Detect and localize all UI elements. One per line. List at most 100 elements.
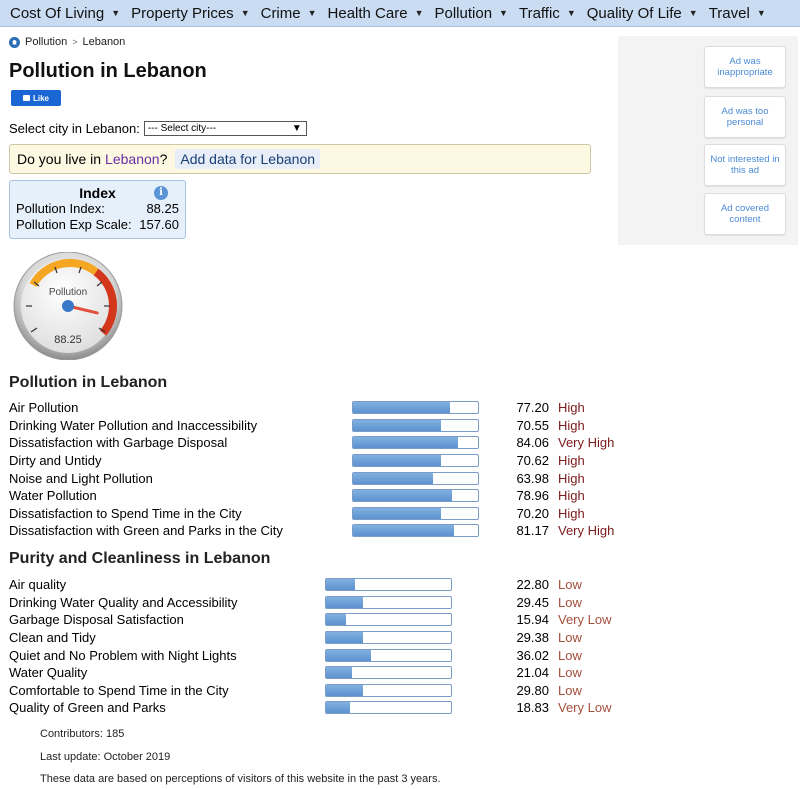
row-bar-fill [353, 525, 455, 537]
row-level: High [558, 417, 585, 433]
row-level: Low [558, 665, 582, 681]
row-label: Air quality [9, 577, 67, 593]
row-label: Garbage Disposal Satisfaction [9, 612, 184, 628]
row-bar-fill [326, 667, 353, 679]
nav-traffic[interactable]: Traffic ▼ [519, 5, 576, 22]
row-bar [352, 489, 479, 503]
row-value: 70.55 [516, 417, 549, 433]
index-label: Pollution Exp Scale: [16, 217, 132, 232]
row-label: Quiet and No Problem with Night Lights [9, 647, 237, 663]
row-bar [325, 631, 452, 645]
nav-label: Health Care [327, 4, 408, 22]
caret-down-icon: ▼ [240, 8, 250, 18]
row-level: High [558, 400, 585, 416]
ad-covered-content-button[interactable]: Ad covered content [704, 193, 786, 235]
ad-not-interested-button[interactable]: Not interested in this ad [704, 144, 786, 186]
row-label: Water Quality [9, 665, 88, 681]
row-bar-fill [326, 614, 346, 626]
row-value: 84.06 [516, 435, 549, 451]
row-bar-fill [326, 684, 364, 696]
live-country: Lebanon [105, 151, 160, 167]
index-row: Pollution Exp Scale: 157.60 [16, 217, 179, 233]
row-level: High [558, 453, 585, 469]
nav-label: Quality Of Life [586, 4, 682, 22]
row-bar-fill [353, 472, 433, 484]
caret-down-icon: ▼ [111, 8, 121, 18]
row-label: Dissatisfaction to Spend Time in the Cit… [9, 505, 242, 521]
caret-down-icon: ▼ [756, 8, 766, 18]
caret-down-icon: ▼ [414, 8, 424, 18]
city-select[interactable]: --- Select city--- ▼ [143, 121, 307, 136]
nav-label: Pollution [434, 4, 493, 22]
like-label: Like [32, 93, 49, 103]
thumbs-up-icon [22, 95, 30, 101]
caret-down-icon: ▼ [499, 8, 508, 18]
pollution-gauge: Pollution 88.25 [13, 252, 123, 360]
breadcrumb-pollution-link[interactable]: Pollution [25, 36, 67, 48]
dropdown-arrow-icon: ▼ [291, 123, 302, 134]
gauge-label: Pollution [49, 287, 87, 298]
row-value: 70.20 [516, 505, 549, 521]
row-label: Dirty and Untidy [9, 453, 102, 469]
nav-crime[interactable]: Crime ▼ [261, 5, 317, 22]
row-bar-fill [353, 419, 442, 431]
row-value: 77.20 [516, 400, 549, 416]
ad-too-personal-button[interactable]: Ad was too personal [704, 96, 786, 138]
nav-quality-of-life[interactable]: Quality Of Life ▼ [587, 5, 698, 22]
add-data-link[interactable]: Add data for Lebanon [175, 149, 321, 169]
caret-down-icon: ▼ [566, 8, 576, 18]
nav-cost-of-living[interactable]: Cost Of Living ▼ [10, 5, 120, 22]
nav-property-prices[interactable]: Property Prices ▼ [131, 5, 249, 22]
nav-label: Cost Of Living [10, 4, 105, 22]
row-bar [325, 701, 452, 715]
row-label: Air Pollution [9, 400, 79, 416]
nav-label: Property Prices [131, 4, 234, 22]
row-label: Noise and Light Pollution [9, 470, 153, 486]
row-label: Clean and Tidy [9, 630, 96, 646]
nav-label: Traffic [518, 4, 560, 22]
row-label: Comfortable to Spend Time in the City [9, 682, 229, 698]
last-update-text: Last update: October 2019 [40, 751, 171, 763]
row-bar [325, 683, 452, 697]
row-label: Drinking Water Pollution and Inaccessibi… [9, 417, 258, 433]
city-select-row: Select city in Lebanon: --- Select city-… [9, 121, 307, 136]
row-label: Drinking Water Quality and Accessibility [9, 594, 238, 610]
index-label: Pollution Index: [16, 201, 105, 216]
row-level: Low [558, 594, 582, 610]
row-level: High [558, 505, 585, 521]
ad-inappropriate-button[interactable]: Ad was inappropriate [704, 46, 786, 88]
breadcrumb-separator: > [72, 37, 78, 47]
page-title: Pollution in Lebanon [9, 60, 207, 82]
row-level: Low [558, 577, 582, 593]
caret-down-icon: ▼ [307, 8, 317, 18]
index-row: Pollution Index: 88.25 [16, 201, 179, 217]
nav-travel[interactable]: Travel ▼ [709, 5, 766, 22]
row-bar [325, 648, 452, 662]
facebook-like-button[interactable]: Like [11, 90, 61, 106]
row-bar-fill [353, 507, 441, 519]
row-value: 18.83 [516, 700, 549, 716]
nav-health-care[interactable]: Health Care ▼ [328, 5, 424, 22]
caret-down-icon: ▼ [688, 8, 698, 18]
row-value: 78.96 [516, 488, 549, 504]
row-level: High [558, 470, 585, 486]
row-bar-fill [326, 632, 363, 644]
home-icon[interactable] [9, 36, 20, 48]
row-value: 22.80 [516, 577, 549, 593]
row-bar-fill [353, 437, 459, 449]
purity-heading: Purity and Cleanliness in Lebanon [9, 550, 271, 567]
row-bar [352, 418, 479, 432]
live-suffix: ? [159, 151, 168, 167]
row-value: 36.02 [516, 647, 549, 663]
row-value: 81.17 [516, 523, 549, 539]
breadcrumb-current: Lebanon [82, 36, 126, 48]
ad-feedback-panel: Ad was inappropriate Ad was too personal… [618, 36, 798, 245]
nav-pollution[interactable]: Pollution ▼ [435, 5, 508, 22]
top-nav: Cost Of Living ▼ Property Prices ▼ Crime ▼ … [0, 0, 800, 27]
row-bar [352, 506, 479, 520]
city-select-label: Select city in Lebanon: [9, 121, 140, 136]
row-label: Dissatisfaction with Garbage Disposal [9, 435, 228, 451]
info-icon[interactable]: i [154, 186, 168, 200]
row-bar [352, 401, 479, 415]
row-label: Dissatisfaction with Green and Parks in … [9, 523, 283, 539]
